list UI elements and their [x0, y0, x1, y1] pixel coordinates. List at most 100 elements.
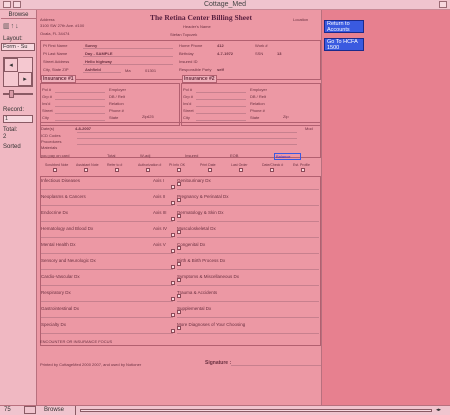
next-page-icon[interactable]: ▸: [18, 72, 32, 86]
diagnosis-field-left[interactable]: [41, 285, 173, 286]
diagnosis-category-right[interactable]: Birth & Birth Process Dx: [177, 258, 225, 263]
insurance-field[interactable]: [196, 106, 246, 107]
diagnosis-category-right[interactable]: Pregnancy & Perinatal Dx: [177, 194, 229, 199]
insurance-field[interactable]: [55, 99, 105, 100]
visit-checkbox[interactable]: [270, 168, 274, 172]
insurance-field[interactable]: [55, 120, 105, 121]
diagnosis-field-left[interactable]: [41, 333, 173, 334]
zoom-toggle-button[interactable]: [24, 406, 36, 414]
zoom-level[interactable]: 75: [4, 406, 11, 415]
diagnosis-checkbox-right[interactable]: [177, 310, 181, 314]
totals-field-4[interactable]: EOB: [230, 153, 238, 158]
diagnosis-checkbox-right[interactable]: [177, 246, 181, 250]
totals-field-5[interactable]: Balance: [274, 153, 302, 160]
insurance-field[interactable]: [196, 92, 246, 93]
diagnosis-category-left[interactable]: Infectious Diseases: [41, 178, 80, 183]
diagnosis-checkbox-left[interactable]: [171, 233, 175, 237]
diagnosis-category-right[interactable]: Genitourinary Dx: [177, 178, 211, 183]
diagnosis-field-right[interactable]: [177, 189, 319, 190]
diagnosis-field-right[interactable]: [177, 301, 319, 302]
diagnosis-checkbox-left[interactable]: [171, 329, 175, 333]
visit-checkbox[interactable]: [53, 168, 57, 172]
scroll-arrows-icon[interactable]: ◂▸: [436, 406, 441, 415]
insurance-field[interactable]: [196, 99, 246, 100]
diagnosis-category-right[interactable]: Trauma & Accidents: [177, 290, 217, 295]
visit-checkbox[interactable]: [177, 168, 181, 172]
layout-select[interactable]: Form - Su: [1, 43, 35, 51]
go-to-hcfa-button[interactable]: Go To HCFA 1500: [324, 38, 364, 51]
patient-right-value[interactable]: 13: [277, 51, 281, 56]
diagnosis-checkbox-right[interactable]: [177, 230, 181, 234]
patient-field-input[interactable]: [83, 56, 173, 57]
diagnosis-category-left[interactable]: Hematology and Blood Dx: [41, 226, 93, 231]
dates-value[interactable]: 4-8-2007: [75, 126, 91, 131]
diagnosis-category-right[interactable]: Supplemental Dx: [177, 306, 211, 311]
totals-field-1[interactable]: Total: [107, 153, 115, 158]
diagnosis-field-left[interactable]: [41, 205, 173, 206]
diagnosis-field-right[interactable]: [177, 237, 319, 238]
insurance-field[interactable]: [196, 120, 246, 121]
visit-checkbox[interactable]: [239, 168, 243, 172]
diagnosis-checkbox-left[interactable]: [171, 265, 175, 269]
patient-field-input[interactable]: [83, 72, 121, 73]
horizontal-scrollbar[interactable]: [80, 409, 432, 412]
diagnosis-category-left[interactable]: Cardio-Vascular Dx: [41, 274, 80, 279]
diagnosis-field-left[interactable]: [41, 253, 173, 254]
state-value[interactable]: Ma: [125, 68, 131, 73]
diagnosis-checkbox-right[interactable]: [177, 214, 181, 218]
diagnosis-category-left[interactable]: Specialty Dx: [41, 322, 66, 327]
minimize-button[interactable]: [13, 1, 21, 8]
diagnosis-field-right[interactable]: [177, 317, 319, 318]
diagnosis-field-left[interactable]: [41, 189, 173, 190]
slider-handle[interactable]: [9, 90, 14, 98]
visit-checkbox[interactable]: [146, 168, 150, 172]
totals-field-0[interactable]: you pay on card: [41, 153, 69, 158]
diagnosis-field-right[interactable]: [177, 269, 319, 270]
insurance-field[interactable]: [55, 113, 105, 114]
close-button[interactable]: [3, 1, 11, 8]
diagnosis-field-right[interactable]: [177, 253, 319, 254]
diagnosis-checkbox-left[interactable]: [171, 313, 175, 317]
diagnosis-field-left[interactable]: [41, 317, 173, 318]
diagnosis-field-left[interactable]: [41, 269, 173, 270]
diagnosis-category-right[interactable]: More Diagnoses of Your Choosing: [177, 322, 245, 327]
diagnosis-category-right[interactable]: Dermatology & Skin Dx: [177, 210, 224, 215]
diagnosis-category-right[interactable]: Symptoms & Miscellaneous Dx: [177, 274, 239, 279]
prev-page-icon[interactable]: ◂: [4, 58, 18, 72]
materials-field[interactable]: [77, 144, 297, 145]
diagnosis-field-right[interactable]: [177, 221, 319, 222]
diagnosis-category-left[interactable]: Mental Health Dx: [41, 242, 76, 247]
diagnosis-field-right[interactable]: [177, 285, 319, 286]
diagnosis-checkbox-left[interactable]: [171, 185, 175, 189]
diagnosis-category-left[interactable]: Sensory and Neurologic Dx: [41, 258, 96, 263]
diagnosis-checkbox-right[interactable]: [177, 278, 181, 282]
diagnosis-category-left[interactable]: Gastrointestinal Dx: [41, 306, 79, 311]
procedures-field[interactable]: [77, 138, 297, 139]
record-slider[interactable]: [3, 90, 33, 98]
toolbar-icons[interactable]: ▥↑↓: [3, 22, 20, 30]
return-to-accounts-button[interactable]: Return to Accounts: [324, 20, 364, 33]
record-book-icon[interactable]: ◂ ▸: [3, 57, 33, 87]
diagnosis-field-left[interactable]: [41, 301, 173, 302]
patient-right-value[interactable]: 4-7-1972: [217, 51, 233, 56]
patient-field-input[interactable]: [83, 64, 173, 65]
diagnosis-field-right[interactable]: [177, 205, 319, 206]
window-titlebar[interactable]: Cottage_Med: [0, 0, 450, 10]
diagnosis-checkbox-right[interactable]: [177, 262, 181, 266]
icd-field[interactable]: [77, 132, 297, 133]
record-number-field[interactable]: 1: [3, 115, 33, 123]
diagnosis-category-left[interactable]: Respiratory Dx: [41, 290, 71, 295]
visit-checkbox[interactable]: [208, 168, 212, 172]
visit-checkbox[interactable]: [115, 168, 119, 172]
zip-value[interactable]: 01301: [145, 68, 156, 73]
diagnosis-checkbox-left[interactable]: [171, 217, 175, 221]
totals-field-2[interactable]: W-adj: [140, 153, 150, 158]
diagnosis-checkbox-left[interactable]: [171, 201, 175, 205]
diagnosis-field-left[interactable]: [41, 237, 173, 238]
diagnosis-checkbox-right[interactable]: [177, 294, 181, 298]
diagnosis-category-left[interactable]: Endocrine Dx: [41, 210, 68, 215]
patient-right-value[interactable]: 412: [217, 43, 224, 48]
diagnosis-checkbox-right[interactable]: [177, 182, 181, 186]
diagnosis-category-right[interactable]: Congenital Dx: [177, 242, 205, 247]
diagnosis-checkbox-left[interactable]: [171, 297, 175, 301]
